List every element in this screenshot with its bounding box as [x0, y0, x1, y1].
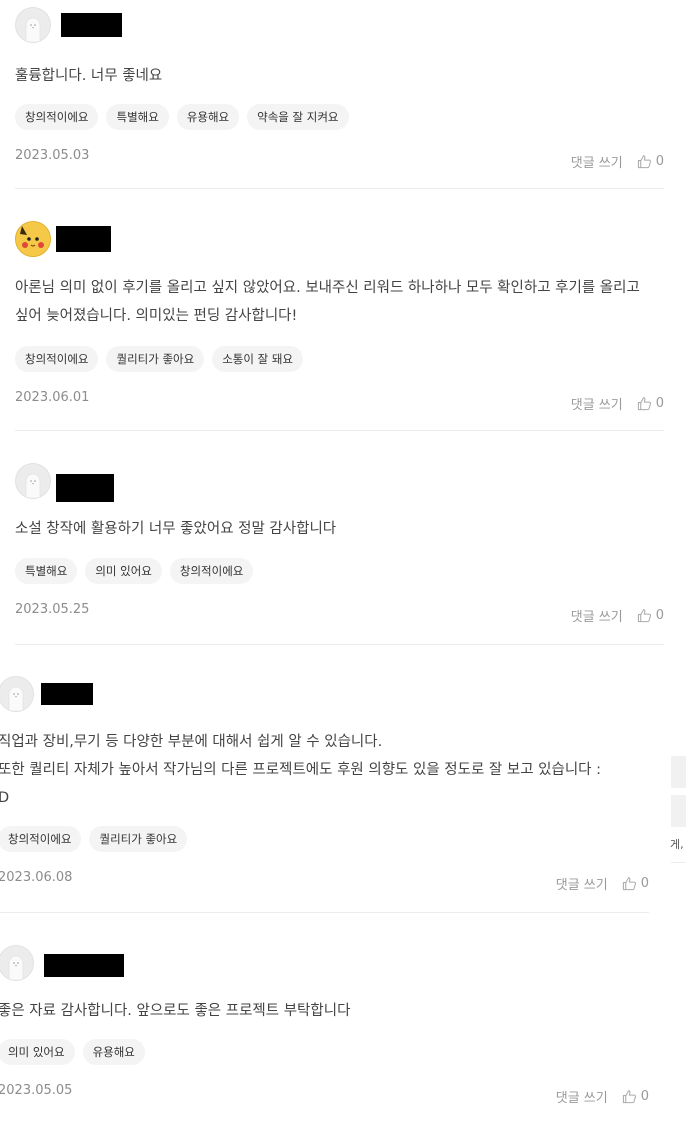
review-text: 좋은 자료 감사합니다. 앞으로도 좋은 프로젝트 부탁합니다 — [0, 1003, 351, 1019]
redacted-username — [61, 13, 122, 37]
side-panel-fragment[interactable] — [671, 756, 686, 788]
review-tags: 의미 있어요 유용해요 — [0, 1039, 649, 1065]
thumbs-up-icon — [637, 609, 651, 623]
review-tag: 의미 있어요 — [85, 558, 162, 584]
review-tag: 유용해요 — [176, 104, 240, 130]
review-footer: 2023.05.25 댓글 쓰기 0 — [15, 598, 664, 628]
side-panel-divider — [671, 862, 686, 863]
review-actions: 댓글 쓰기 0 — [571, 394, 664, 413]
write-comment-button[interactable]: 댓글 쓰기 — [556, 874, 608, 893]
write-comment-button[interactable]: 댓글 쓰기 — [571, 394, 623, 413]
thumbs-up-icon — [622, 877, 636, 891]
review-tag: 창의적이에요 — [15, 346, 99, 372]
review-date: 2023.05.03 — [15, 148, 90, 163]
review-footer: 2023.05.03 댓글 쓰기 0 — [15, 144, 664, 174]
like-count: 0 — [655, 154, 664, 169]
like-button[interactable]: 0 — [622, 1089, 649, 1104]
review-date: 2023.05.25 — [15, 602, 90, 617]
like-count: 0 — [640, 1089, 649, 1104]
default-avatar-icon[interactable] — [0, 945, 34, 981]
review-item: 좋은 자료 감사합니다. 앞으로도 좋은 프로젝트 부탁합니다 의미 있어요 유… — [0, 945, 649, 1109]
review-header — [15, 7, 664, 43]
side-panel-text: 게, — [670, 838, 684, 851]
review-tag: 유용해요 — [82, 1039, 145, 1065]
like-count: 0 — [640, 876, 649, 891]
review-footer: 2023.05.05 댓글 쓰기 0 — [0, 1079, 649, 1109]
review-divider — [15, 188, 664, 189]
like-button[interactable]: 0 — [637, 396, 664, 411]
default-avatar-icon[interactable] — [15, 7, 51, 43]
review-tag: 창의적이에요 — [169, 558, 254, 584]
review-item: 훌륭합니다. 너무 좋네요 창의적이에요 특별해요 유용해요 약속을 잘 지켜요… — [15, 7, 664, 174]
review-item: 직업과 장비,무기 등 다양한 부분에 대해서 쉽게 알 수 있습니다. 또한 … — [0, 676, 649, 896]
review-header — [0, 676, 649, 712]
review-divider — [0, 912, 649, 913]
review-tags: 창의적이에요 특별해요 유용해요 약속을 잘 지켜요 — [15, 104, 664, 130]
review-tag: 창의적이에요 — [15, 104, 99, 130]
redacted-username — [41, 683, 93, 705]
review-actions: 댓글 쓰기 0 — [556, 874, 649, 893]
review-divider — [15, 644, 664, 645]
review-header — [0, 945, 649, 981]
thumbs-up-icon — [622, 1090, 636, 1104]
write-comment-button[interactable]: 댓글 쓰기 — [571, 152, 623, 171]
review-actions: 댓글 쓰기 0 — [556, 1087, 649, 1106]
redacted-username — [56, 474, 114, 502]
default-avatar-icon[interactable] — [15, 463, 51, 499]
review-tags: 특별해요 의미 있어요 창의적이에요 — [15, 558, 664, 584]
review-tag: 특별해요 — [106, 104, 169, 130]
review-date: 2023.06.08 — [0, 870, 73, 885]
review-text: 소설 창작에 활용하기 너무 좋았어요 정말 감사합니다 — [15, 521, 337, 537]
review-tag: 의미 있어요 — [0, 1039, 75, 1065]
thumbs-up-icon — [637, 397, 651, 411]
write-comment-button[interactable]: 댓글 쓰기 — [556, 1087, 608, 1106]
character-avatar-icon[interactable] — [15, 221, 51, 257]
review-item: 소설 창작에 활용하기 너무 좋았어요 정말 감사합니다 특별해요 의미 있어요… — [15, 463, 664, 628]
like-button[interactable]: 0 — [637, 154, 664, 169]
write-comment-button[interactable]: 댓글 쓰기 — [571, 606, 623, 625]
review-divider — [15, 430, 664, 431]
review-tags: 창의적이에요 퀄리티가 좋아요 — [0, 826, 649, 852]
like-count: 0 — [655, 396, 664, 411]
like-button[interactable]: 0 — [622, 876, 649, 891]
review-text: 직업과 장비,무기 등 다양한 부분에 대해서 쉽게 알 수 있습니다. 또한 … — [0, 734, 602, 806]
thumbs-up-icon — [637, 155, 651, 169]
review-text: 훌륭합니다. 너무 좋네요 — [15, 68, 163, 84]
review-tag: 약속을 잘 지켜요 — [247, 104, 349, 130]
redacted-username — [56, 226, 111, 252]
default-avatar-icon[interactable] — [0, 676, 34, 712]
review-header — [15, 221, 664, 257]
review-tags: 창의적이에요 퀄리티가 좋아요 소통이 잘 돼요 — [15, 346, 664, 372]
review-text: 아론님 의미 없이 후기를 올리고 싶지 않았어요. 보내주신 리워드 하나하나… — [15, 280, 645, 324]
like-count: 0 — [655, 608, 664, 623]
redacted-username — [44, 953, 124, 977]
like-button[interactable]: 0 — [637, 608, 664, 623]
review-tag: 퀄리티가 좋아요 — [89, 826, 188, 852]
review-tag: 특별해요 — [15, 558, 78, 584]
review-tag: 창의적이에요 — [0, 826, 82, 852]
review-header — [15, 463, 664, 502]
review-date: 2023.05.05 — [0, 1083, 73, 1098]
review-actions: 댓글 쓰기 0 — [571, 606, 664, 625]
review-footer: 2023.06.01 댓글 쓰기 0 — [15, 386, 664, 416]
review-actions: 댓글 쓰기 0 — [571, 152, 664, 171]
review-footer: 2023.06.08 댓글 쓰기 0 — [0, 866, 649, 896]
review-item: 아론님 의미 없이 후기를 올리고 싶지 않았어요. 보내주신 리워드 하나하나… — [15, 221, 664, 416]
review-tag: 퀄리티가 좋아요 — [106, 346, 205, 372]
side-panel-fragment[interactable] — [671, 795, 686, 827]
review-date: 2023.06.01 — [15, 390, 90, 405]
review-tag: 소통이 잘 돼요 — [212, 346, 303, 372]
